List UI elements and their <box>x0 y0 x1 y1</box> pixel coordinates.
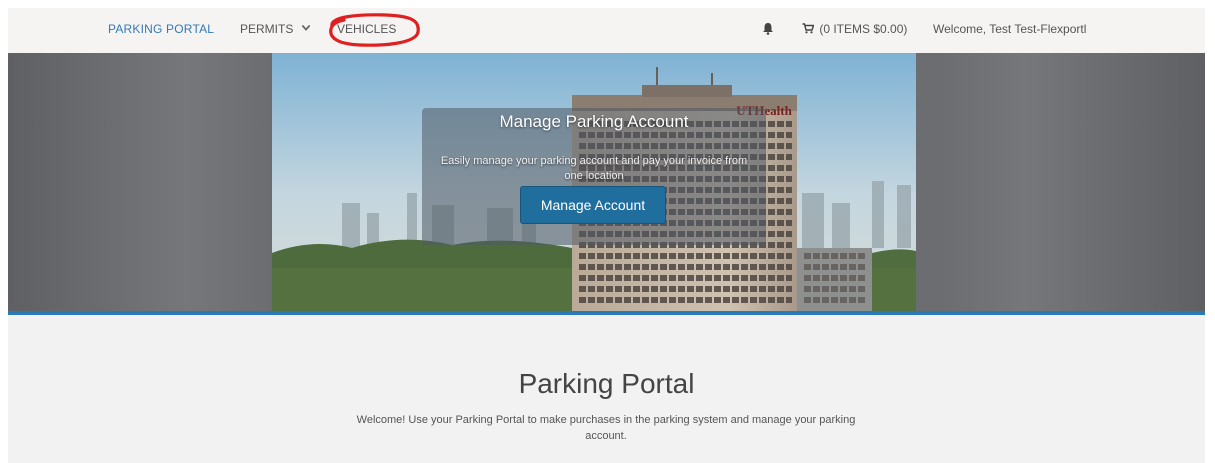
welcome-user-link[interactable]: Welcome, Test Test-Flexportl <box>933 22 1086 36</box>
hero-callout: Manage Parking Account Easily manage you… <box>422 108 766 245</box>
nav-permits-label: PERMITS <box>240 22 294 36</box>
hero-description: Easily manage your parking account and p… <box>440 155 748 182</box>
nav-brand-link[interactable]: PARKING PORTAL <box>108 22 214 36</box>
chevron-down-icon <box>301 25 310 31</box>
nav-vehicles-link[interactable]: VEHICLES <box>337 22 396 36</box>
hero-divider <box>8 311 1205 315</box>
page: PARKING PORTAL PERMITS VEHICLES (0 ITEMS… <box>8 8 1205 463</box>
nav-permits-dropdown[interactable]: PERMITS <box>240 22 310 36</box>
cart-summary: (0 ITEMS $0.00) <box>819 22 908 36</box>
page-title: Parking Portal <box>518 368 695 399</box>
hero-banner: UTHealth Manage Parking Account Easily m… <box>8 53 1205 311</box>
manage-account-button[interactable]: Manage Account <box>520 186 666 224</box>
top-navbar: PARKING PORTAL PERMITS VEHICLES (0 ITEMS… <box>8 8 1205 53</box>
intro-text: Welcome! Use your Parking Portal to make… <box>356 414 856 442</box>
hero-title: Manage Parking Account <box>499 112 689 131</box>
bell-icon[interactable] <box>762 22 774 35</box>
cart-icon <box>802 23 814 34</box>
cart-link[interactable]: (0 ITEMS $0.00) <box>802 22 907 36</box>
